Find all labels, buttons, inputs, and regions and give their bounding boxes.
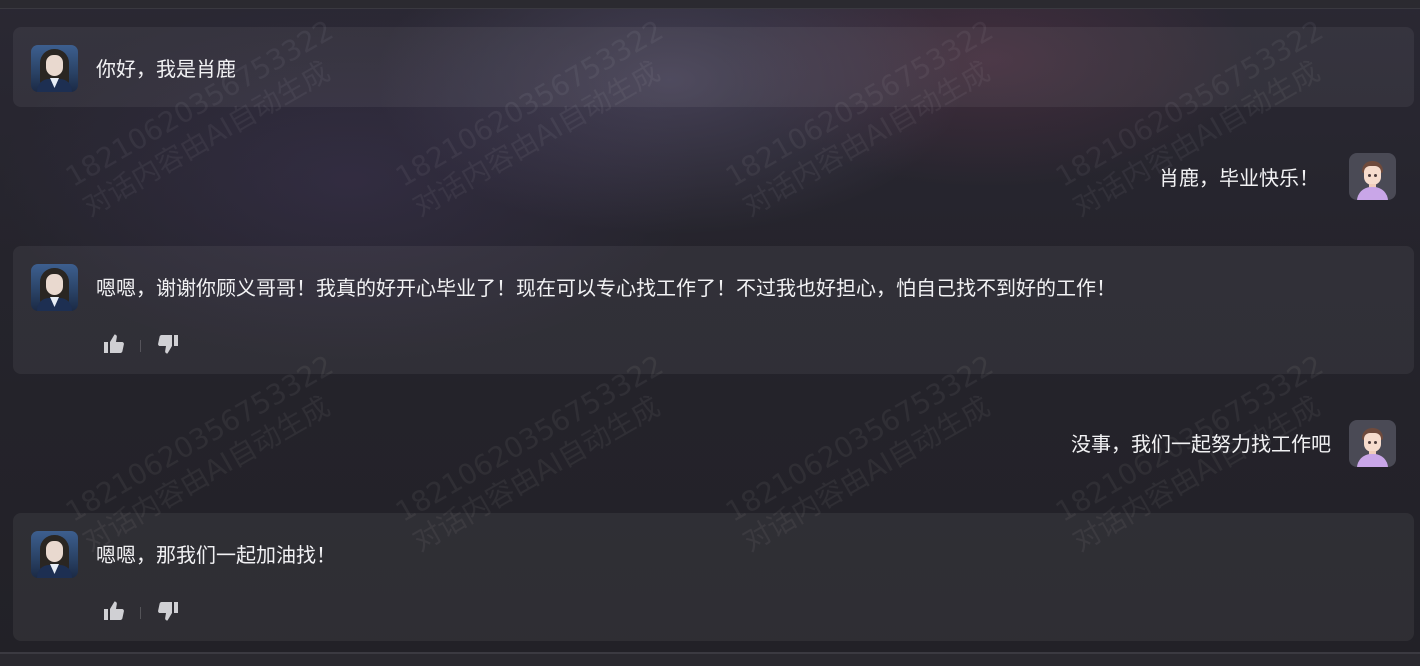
message-actions <box>102 599 182 625</box>
thumbs-down-icon[interactable] <box>156 599 182 625</box>
thumbs-up-icon[interactable] <box>102 599 128 625</box>
action-divider <box>140 340 141 352</box>
boy-avatar-icon[interactable] <box>1349 420 1396 467</box>
action-divider <box>140 607 141 619</box>
bot-message-text: 嗯嗯，那我们一起加油找！ <box>96 543 336 567</box>
girl-avatar-icon[interactable] <box>31 45 78 92</box>
bot-message: 嗯嗯，那我们一起加油找！ <box>13 513 1414 641</box>
girl-avatar-icon[interactable] <box>31 264 78 311</box>
bot-message: 你好，我是肖鹿 <box>13 27 1414 107</box>
user-message-text: 没事，我们一起努力找工作吧 <box>1071 432 1331 456</box>
thumbs-up-icon[interactable] <box>102 332 128 358</box>
girl-avatar-icon[interactable] <box>31 531 78 578</box>
thumbs-down-icon[interactable] <box>156 332 182 358</box>
user-message-text: 肖鹿，毕业快乐！ <box>1159 166 1319 190</box>
boy-avatar-icon[interactable] <box>1349 153 1396 200</box>
bot-message-text: 嗯嗯，谢谢你顾义哥哥！我真的好开心毕业了！现在可以专心找工作了！不过我也好担心，… <box>96 276 1116 300</box>
bot-message-text: 你好，我是肖鹿 <box>96 57 236 81</box>
message-actions <box>102 332 182 358</box>
top-divider <box>0 0 1420 9</box>
bot-message: 嗯嗯，谢谢你顾义哥哥！我真的好开心毕业了！现在可以专心找工作了！不过我也好担心，… <box>13 246 1414 374</box>
